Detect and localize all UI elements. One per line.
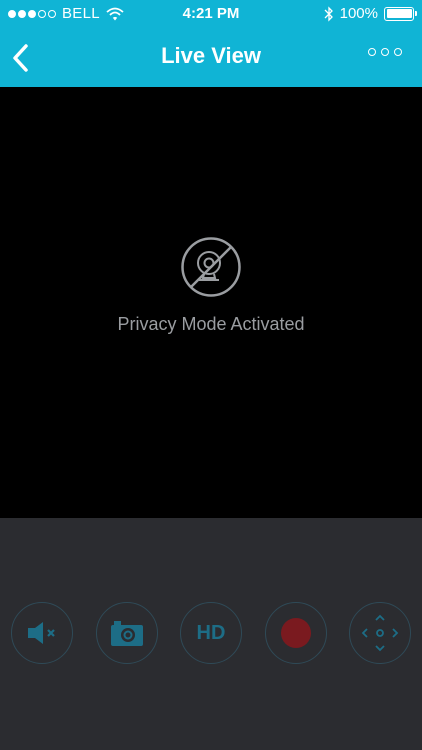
status-bar: BELL 4:21 PM 100% (0, 0, 422, 28)
pan-tilt-button[interactable] (349, 602, 411, 664)
page-title: Live View (161, 43, 261, 68)
mute-button[interactable] (11, 602, 73, 664)
mute-icon (28, 622, 55, 644)
privacy-status-text: Privacy Mode Activated (117, 314, 305, 334)
live-view-screen: BELL 4:21 PM 100% Live View Privacy Mode… (0, 0, 422, 750)
privacy-camera-off-icon (181, 237, 241, 297)
snapshot-button[interactable] (96, 602, 158, 664)
bluetooth-icon (324, 5, 333, 22)
control-bar: HD (0, 518, 422, 750)
battery-icon (384, 6, 417, 21)
status-right: 100% (324, 5, 417, 22)
header: BELL 4:21 PM 100% Live View (0, 0, 422, 87)
camera-icon (111, 621, 143, 646)
nav-bar: Live View (0, 28, 422, 87)
video-view: Privacy Mode Activated (0, 87, 422, 518)
hd-label: HD (196, 621, 226, 644)
battery-percent: 100% (339, 5, 378, 22)
pan-tilt-icon (361, 614, 399, 652)
record-icon (281, 618, 311, 648)
hd-toggle-button[interactable]: HD (180, 602, 242, 664)
record-button[interactable] (265, 602, 327, 664)
more-options-icon[interactable] (368, 48, 402, 56)
